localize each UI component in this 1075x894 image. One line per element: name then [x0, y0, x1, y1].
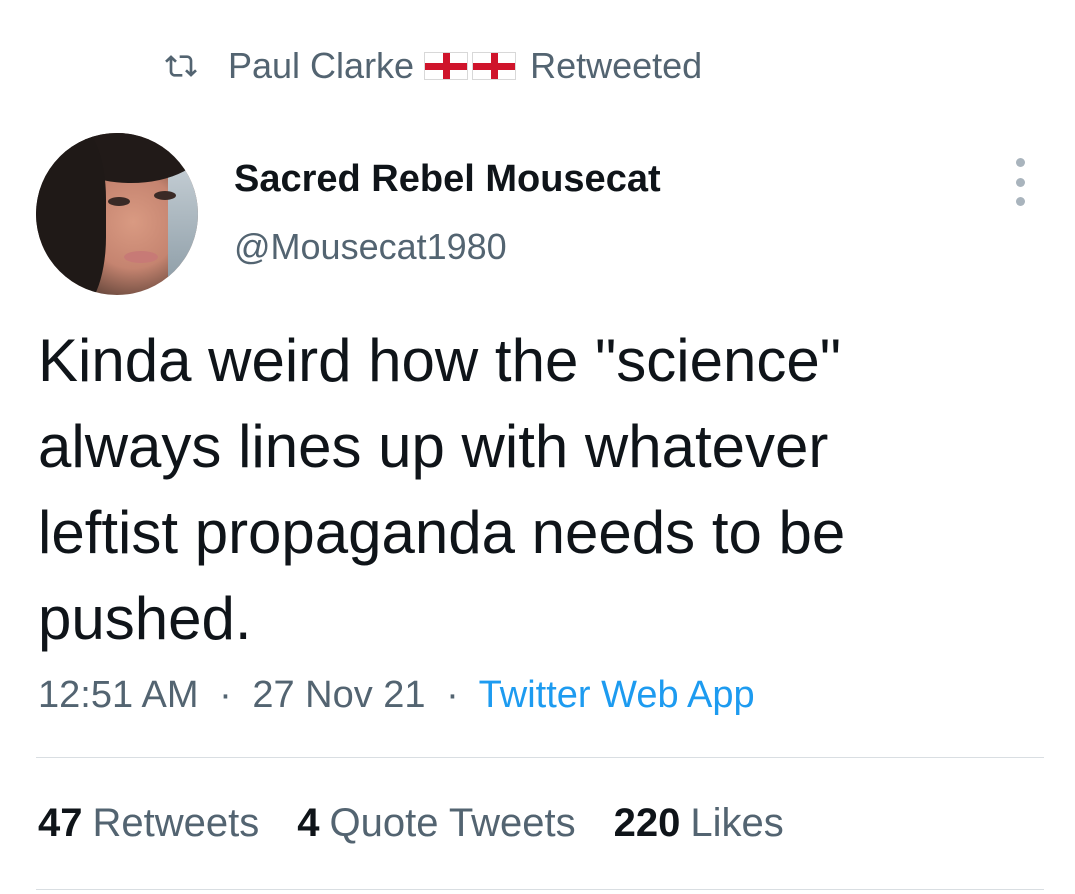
- retweet-context: Paul Clarke Retweeted: [160, 44, 702, 88]
- author-display-name[interactable]: Sacred Rebel Mousecat: [234, 158, 661, 201]
- divider: [36, 757, 1044, 758]
- tweet-meta: 12:51 AM · 27 Nov 21 · Twitter Web App: [38, 674, 755, 717]
- meta-separator: ·: [446, 674, 459, 716]
- avatar[interactable]: [36, 133, 198, 295]
- quote-tweets-count: 4: [297, 801, 320, 845]
- tweet-stats: 47 Retweets 4 Quote Tweets 220 Likes: [38, 801, 822, 846]
- england-flag-icon: [472, 52, 517, 80]
- retweets-stat[interactable]: 47 Retweets: [38, 801, 259, 846]
- england-flag-icon: [424, 52, 469, 80]
- likes-stat[interactable]: 220 Likes: [614, 801, 784, 846]
- retweets-label: Retweets: [92, 801, 260, 845]
- author-handle[interactable]: @Mousecat1980: [234, 226, 507, 268]
- tweet-text: Kinda weird how the "science" always lin…: [38, 327, 846, 652]
- retweet-icon: [165, 55, 197, 77]
- more-options-icon[interactable]: [1008, 158, 1032, 206]
- divider: [36, 889, 1044, 890]
- quote-tweets-stat[interactable]: 4 Quote Tweets: [297, 801, 575, 846]
- retweets-count: 47: [38, 801, 83, 845]
- likes-count: 220: [613, 801, 681, 845]
- tweet-source-link[interactable]: Twitter Web App: [479, 674, 755, 716]
- quote-tweets-label: Quote Tweets: [329, 801, 576, 845]
- tweet-date[interactable]: 27 Nov 21: [252, 674, 425, 716]
- retweeter-name[interactable]: Paul Clarke: [228, 45, 414, 87]
- meta-separator: ·: [219, 674, 232, 716]
- likes-label: Likes: [690, 801, 784, 845]
- retweeted-label: Retweeted: [530, 45, 703, 86]
- tweet-time[interactable]: 12:51 AM: [38, 674, 199, 716]
